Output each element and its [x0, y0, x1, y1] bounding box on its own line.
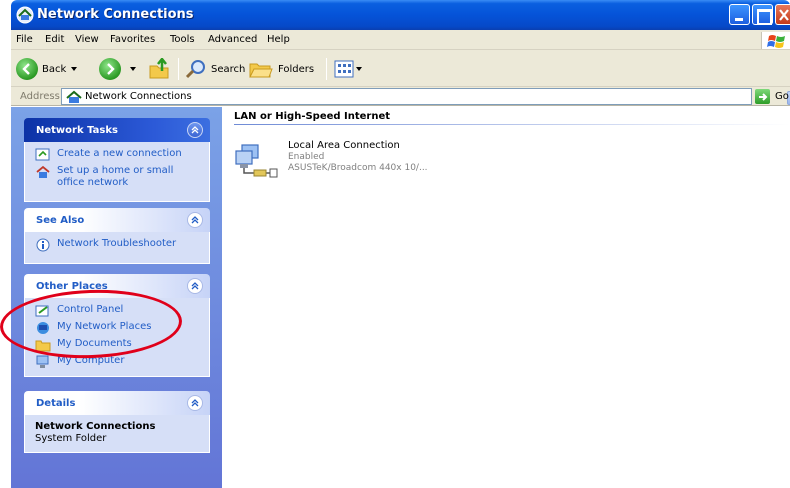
group-header: LAN or High-Speed Internet	[234, 111, 391, 122]
home-network-icon	[36, 165, 50, 178]
task-label: Set up a home or small office network	[57, 165, 174, 188]
collapse-icon[interactable]	[187, 395, 203, 411]
up-folder-icon	[149, 58, 169, 79]
views-button[interactable]	[334, 57, 362, 81]
task-network-troubleshooter[interactable]: Network Troubleshooter	[35, 238, 201, 252]
search-label: Search	[211, 63, 246, 75]
toolbar: Back Search Folders	[11, 50, 790, 87]
menu-tools[interactable]: Tools	[170, 34, 195, 45]
local-area-connection-item[interactable]: Local Area Connection Enabled ASUSTeK/Br…	[234, 139, 534, 179]
address-label: Address	[20, 91, 60, 102]
info-icon	[36, 238, 50, 252]
forward-arrow-icon	[99, 58, 121, 80]
windows-flag-icon	[767, 35, 785, 48]
search-button[interactable]: Search	[185, 57, 245, 81]
details-name: Network Connections	[35, 421, 156, 432]
back-button[interactable]: Back	[16, 57, 78, 81]
task-home-network[interactable]: Set up a home or small office network	[35, 165, 201, 189]
task-create-connection[interactable]: Create a new connection	[35, 148, 201, 162]
title-bar[interactable]: Network Connections	[11, 0, 790, 30]
back-dropdown-icon[interactable]	[71, 67, 78, 71]
file-list-view: LAN or High-Speed Internet Local Area Co…	[222, 107, 790, 488]
place-my-computer[interactable]: My Computer	[35, 355, 201, 369]
details-body: Network Connections System Folder	[24, 415, 210, 453]
see-also-body: Network Troubleshooter	[24, 232, 210, 264]
details-panel: Details Network Connections System Folde…	[24, 391, 210, 453]
menu-advanced[interactable]: Advanced	[208, 34, 257, 45]
lan-connection-icon	[235, 144, 278, 178]
network-tasks-panel: Network Tasks Create a new connection Se…	[24, 118, 210, 202]
details-type: System Folder	[35, 433, 107, 444]
back-label: Back	[42, 63, 67, 75]
task-label: Network Troubleshooter	[57, 238, 177, 249]
back-arrow-icon	[16, 58, 38, 80]
minimize-button[interactable]	[729, 4, 750, 25]
close-icon	[779, 9, 789, 21]
window-title: Network Connections	[37, 7, 194, 22]
connection-status: Enabled	[288, 152, 325, 162]
search-icon	[185, 60, 205, 79]
address-value: Network Connections	[85, 91, 192, 102]
go-label: Go	[775, 91, 789, 102]
forward-button[interactable]	[99, 57, 136, 81]
toolbar-separator	[178, 58, 179, 80]
network-tasks-header[interactable]: Network Tasks	[24, 118, 210, 142]
menu-file[interactable]: File	[16, 34, 33, 45]
maximize-button[interactable]	[752, 4, 773, 25]
toolbar-separator-2	[326, 58, 327, 80]
connection-device: ASUSTeK/Broadcom 440x 10/...	[288, 163, 428, 173]
menu-edit[interactable]: Edit	[45, 34, 64, 45]
network-connections-icon	[66, 90, 82, 103]
new-connection-icon	[35, 148, 50, 161]
computer-icon	[36, 355, 49, 368]
forward-dropdown-icon[interactable]	[130, 67, 136, 71]
see-also-header[interactable]: See Also	[24, 208, 210, 232]
explorer-window: Network Connections File Edit View Favor…	[11, 0, 790, 488]
network-tasks-body: Create a new connection Set up a home or…	[24, 142, 210, 202]
network-tasks-title: Network Tasks	[36, 125, 118, 136]
menu-bar: File Edit View Favorites Tools Advanced …	[11, 30, 790, 50]
connection-name: Local Area Connection	[288, 140, 400, 151]
menu-view[interactable]: View	[75, 34, 99, 45]
go-button[interactable]: Go	[755, 88, 789, 105]
folders-label: Folders	[278, 63, 315, 75]
collapse-icon[interactable]	[187, 122, 203, 138]
details-title: Details	[36, 398, 76, 409]
up-folder-button[interactable]	[148, 57, 172, 81]
close-button[interactable]	[775, 4, 790, 25]
folders-icon	[249, 63, 273, 78]
menu-help[interactable]: Help	[267, 34, 290, 45]
address-input[interactable]: Network Connections	[61, 88, 790, 105]
windows-logo	[761, 32, 790, 49]
collapse-icon[interactable]	[187, 212, 203, 228]
task-label: Create a new connection	[57, 148, 182, 159]
views-icon	[334, 60, 354, 78]
group-divider	[234, 124, 790, 125]
details-header[interactable]: Details	[24, 391, 210, 415]
collapse-icon[interactable]	[187, 278, 203, 294]
see-also-panel: See Also Network Troubleshooter	[24, 208, 210, 264]
go-arrow-icon	[755, 89, 770, 104]
network-connections-icon	[16, 6, 34, 24]
menu-favorites[interactable]: Favorites	[110, 34, 155, 45]
folders-button[interactable]: Folders	[248, 57, 314, 81]
see-also-title: See Also	[36, 215, 85, 226]
views-dropdown-icon[interactable]	[356, 67, 362, 71]
address-bar: Address Network Connections Go	[11, 87, 790, 106]
